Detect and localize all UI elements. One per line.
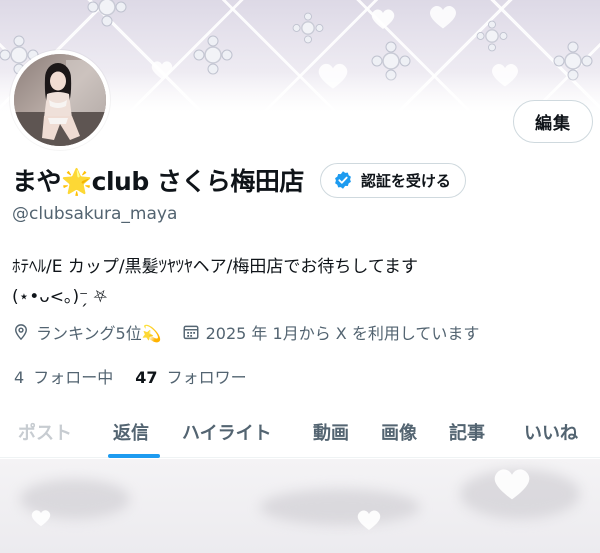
avatar[interactable] xyxy=(10,50,110,150)
joined-item: 2025 年 1月から X を利用しています xyxy=(182,320,480,344)
name-row: まや🌟club さくら梅田店 認証を受ける xyxy=(12,162,466,198)
followers-link[interactable]: 47 フォロワー xyxy=(135,364,246,388)
location-item: ランキング5位💫 xyxy=(12,320,162,344)
jewel-decoration-icon xyxy=(292,12,324,44)
profile-bio: ﾎﾃﾍﾙ/E カップ/黒髪ﾂﾔﾂﾔヘア/梅田店でお待ちしてます (⋆•ᴗ<｡)⁻… xyxy=(12,252,592,312)
tab-videos[interactable]: 動画 xyxy=(313,406,349,458)
followers-count: 47 xyxy=(135,368,158,387)
get-verified-button[interactable]: 認証を受ける xyxy=(319,162,466,198)
location-pin-icon xyxy=(15,324,27,341)
jewel-decoration-icon xyxy=(87,0,127,27)
heart-decoration-icon xyxy=(430,5,456,29)
followers-label: フォロワー xyxy=(166,368,247,387)
post-list-area xyxy=(0,459,600,553)
following-label: フォロー中 xyxy=(33,368,114,387)
verified-badge-icon xyxy=(335,171,351,189)
active-tab-indicator xyxy=(108,454,160,458)
heart-decoration-icon xyxy=(494,469,530,500)
joined-text: 2025 年 1月から X を利用しています xyxy=(205,324,480,343)
following-link[interactable]: 4 フォロー中 xyxy=(14,364,113,388)
bio-line: (⋆•ᴗ<｡)⁻̗ ⛧ xyxy=(12,287,108,307)
calendar-icon xyxy=(183,325,199,340)
heart-decoration-icon xyxy=(31,510,51,527)
jewel-decoration-icon xyxy=(193,35,233,75)
display-name: まや🌟club さくら梅田店 xyxy=(12,167,304,196)
get-verified-label: 認証を受ける xyxy=(360,171,451,190)
jewel-decoration-icon xyxy=(476,20,508,52)
heart-decoration-icon xyxy=(318,63,348,89)
username-handle: @clubsakura_maya xyxy=(12,204,178,224)
tab-media[interactable]: 画像 xyxy=(381,406,417,458)
tab-articles[interactable]: 記事 xyxy=(449,406,485,458)
tab-likes[interactable]: いいね xyxy=(524,406,578,458)
location-text: ランキング5位💫 xyxy=(36,324,162,343)
edit-profile-button[interactable]: 編集 xyxy=(513,100,593,143)
profile-tabs: ポスト 返信 ハイライト 動画 画像 記事 いいね xyxy=(0,406,600,458)
heart-decoration-icon xyxy=(492,63,518,87)
heart-decoration-icon xyxy=(371,9,395,29)
heart-decoration-icon xyxy=(357,510,381,530)
jewel-decoration-icon xyxy=(553,41,593,81)
bio-line: ﾎﾃﾍﾙ/E カップ/黒髪ﾂﾔﾂﾔヘア/梅田店でお待ちしてます xyxy=(12,257,418,277)
following-count: 4 xyxy=(14,368,25,387)
follow-stats: 4 フォロー中 47 フォロワー xyxy=(14,362,247,390)
profile-meta: ランキング5位💫 2025 年 1月から X を利用しています xyxy=(12,318,479,346)
tab-highlights[interactable]: ハイライト xyxy=(182,406,272,458)
jewel-decoration-icon xyxy=(371,41,411,81)
heart-decoration-icon xyxy=(151,61,173,80)
tab-replies[interactable]: 返信 xyxy=(113,406,149,458)
tab-posts[interactable]: ポスト xyxy=(18,406,72,458)
avatar-photo xyxy=(14,54,106,146)
